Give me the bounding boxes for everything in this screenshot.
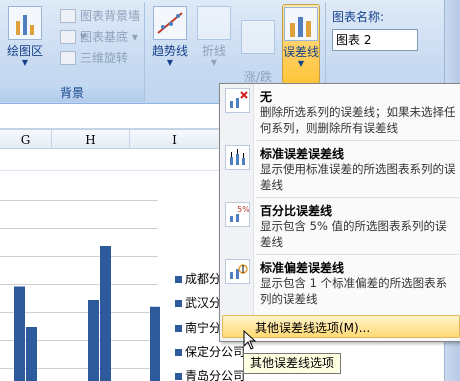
updown-bars-button[interactable]: 涨/跌 柱线 <box>238 4 278 98</box>
error-bars-button[interactable]: 误差线 ▼ <box>282 4 320 84</box>
chevron-down-icon: ▼ <box>21 58 29 67</box>
svg-text:5%: 5% <box>237 205 249 214</box>
plot-area-label: 绘图区 <box>6 44 43 58</box>
percentage-error-icon: 5% <box>225 202 250 227</box>
background-group: 绘图区 ▼ 图表背景墙 ▾ 图表基底 ▾ 三维旋转 背景 <box>0 2 145 102</box>
plot-area-icon <box>8 6 42 40</box>
background-group-label: 背景 <box>0 85 144 102</box>
legend-item: 保定分公司 <box>175 343 245 360</box>
tooltip: 其他误差线选项 <box>243 353 342 374</box>
legend-item: 青岛分公司 <box>175 367 245 381</box>
bar <box>26 327 37 381</box>
lines-label: 折线 <box>201 44 226 58</box>
legend-swatch <box>175 276 182 283</box>
bar <box>150 306 160 381</box>
trendline-label: 趋势线 <box>151 44 188 58</box>
chart-wall-icon <box>60 9 76 23</box>
bar <box>88 300 99 381</box>
menu-item-none[interactable]: 无 删除所选系列的误差线；如果未选择任何系列，则删除所有误差线 <box>220 84 460 140</box>
error-bars-menu: 无 删除所选系列的误差线；如果未选择任何系列，则删除所有误差线 标准误差误差线 … <box>219 83 460 342</box>
lines-icon <box>197 6 231 40</box>
plot-area-button[interactable]: 绘图区 ▼ <box>2 4 48 84</box>
more-options-label: 其他误差线选项(M)... <box>255 321 371 335</box>
chart-name-label: 图表名称: <box>332 10 385 24</box>
lines-button[interactable]: 折线 ▼ <box>196 4 232 84</box>
updown-bars-icon <box>241 20 275 54</box>
menu-item-percentage[interactable]: 5% 百分比误差线 显示包含 5% 值的所选图表系列的误差线 <box>220 198 460 254</box>
more-error-bar-options[interactable]: 其他误差线选项(M)... <box>222 315 460 338</box>
legend-label: 南宁分 <box>185 321 222 335</box>
bar-plot <box>14 246 160 381</box>
legend-swatch <box>175 349 182 356</box>
menu-item-title: 标准偏差误差线 <box>260 261 345 275</box>
standard-error-icon <box>225 145 250 170</box>
chart-floor-button[interactable]: 图表基底 ▾ <box>58 27 138 47</box>
rotation-3d-icon <box>60 51 76 65</box>
menu-item-description: 显示包含 1 个标准偏差的所选图表系列的误差线 <box>260 276 448 306</box>
error-bars-label: 误差线 <box>283 45 320 59</box>
rotation-3d-label: 三维旋转 <box>80 51 129 65</box>
legend-label: 成都分 <box>185 272 222 286</box>
menu-item-description: 显示使用标准误差的所选图表系列的误差线 <box>260 162 456 192</box>
chart-wall-label: 图表背景墙 <box>80 9 141 23</box>
std-deviation-icon <box>225 259 250 284</box>
menu-item-title: 标准误差误差线 <box>260 147 345 161</box>
menu-item-standard-error[interactable]: 标准误差误差线 显示使用标准误差的所选图表系列的误差线 <box>220 141 460 197</box>
legend-swatch <box>175 300 182 307</box>
legend-item: 武汉分 <box>175 294 221 311</box>
chart-floor-label: 图表基底 <box>80 30 129 44</box>
chevron-down-icon: ▼ <box>166 58 174 67</box>
column-header-i[interactable]: I <box>130 129 220 149</box>
bar <box>100 246 111 381</box>
trendline-icon <box>153 6 187 40</box>
legend-item: 南宁分 <box>175 319 221 336</box>
menu-item-std-deviation[interactable]: 标准偏差误差线 显示包含 1 个标准偏差的所选图表系列的误差线 <box>220 255 460 311</box>
chart-floor-icon <box>60 30 76 44</box>
legend-swatch <box>175 373 182 380</box>
trendline-button[interactable]: 趋势线 ▼ <box>150 4 190 84</box>
chart-wall-button[interactable]: 图表背景墙 ▾ <box>58 6 144 43</box>
column-header-h[interactable]: H <box>52 129 130 149</box>
bar <box>14 286 25 381</box>
menu-item-title: 无 <box>260 90 273 104</box>
no-error-bars-icon <box>225 88 250 113</box>
rotation-3d-button[interactable]: 三维旋转 <box>58 48 128 68</box>
error-bars-icon <box>284 7 318 41</box>
legend-swatch <box>175 325 182 332</box>
menu-item-description: 显示包含 5% 值的所选图表系列的误差线 <box>260 219 447 249</box>
chevron-down-icon: ▼ <box>210 58 218 67</box>
mouse-cursor-icon <box>243 330 257 350</box>
legend-label: 青岛分公司 <box>185 369 246 381</box>
column-header-g[interactable]: G <box>0 129 52 149</box>
chevron-down-icon: ▼ <box>297 59 305 68</box>
chart-name-input[interactable]: 图表 2 <box>332 29 418 51</box>
legend-item: 成都分 <box>175 270 221 287</box>
menu-item-description: 删除所选系列的误差线；如果未选择任何系列，则删除所有误差线 <box>260 105 456 135</box>
legend-label: 武汉分 <box>185 296 222 310</box>
legend-label: 保定分公司 <box>185 345 246 359</box>
menu-item-title: 百分比误差线 <box>260 204 333 218</box>
